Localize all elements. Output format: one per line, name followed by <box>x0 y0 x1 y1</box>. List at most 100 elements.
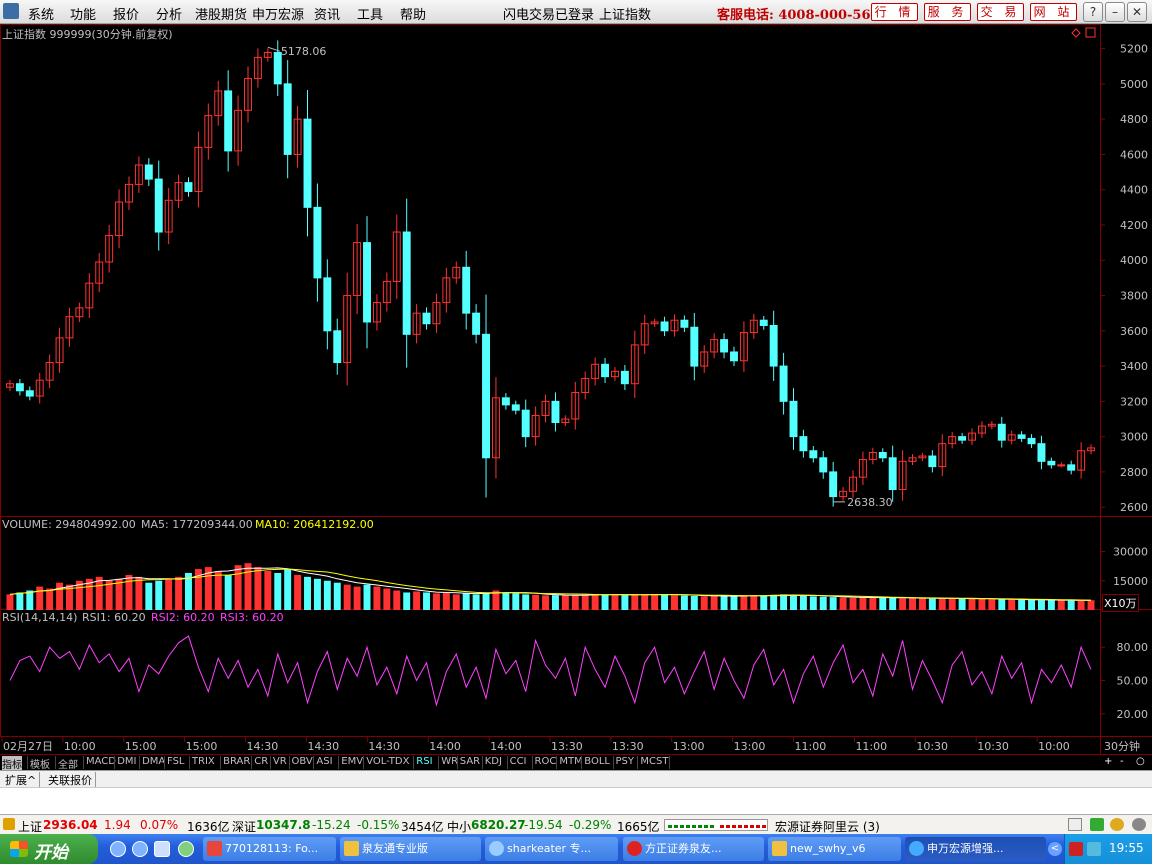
indicator-tab-obv[interactable]: OBV <box>292 756 313 767</box>
indicator-tab-kdj[interactable]: KDJ <box>485 756 502 767</box>
indicator-tab-separator <box>338 756 340 769</box>
menu-quotes[interactable]: 报价 <box>113 4 139 23</box>
task-sharkeater[interactable]: sharkeater 专... <box>485 837 618 861</box>
candle <box>601 363 610 378</box>
volume-bar <box>829 597 837 610</box>
ticker-window-icon[interactable] <box>1068 818 1082 831</box>
volume-bar <box>442 592 450 610</box>
ticker-sz-percent: -0.15% <box>357 818 400 832</box>
indicator-tab-boll[interactable]: BOLL <box>584 756 610 767</box>
candle <box>680 319 689 328</box>
nav-website-button[interactable]: 网 站 <box>1030 3 1077 21</box>
indicator-tab-sar[interactable]: SAR <box>460 756 480 767</box>
ticker-zx-name[interactable]: 中小 <box>447 818 471 835</box>
ticker-sh-name[interactable]: 上证 <box>18 818 42 835</box>
indicator-tab-cr[interactable]: CR <box>254 756 268 767</box>
indicator-tab-mcst[interactable]: MCST <box>640 756 668 767</box>
quicklaunch-ie2-icon[interactable] <box>132 841 148 857</box>
indicator-tab-vr[interactable]: VR <box>273 756 287 767</box>
volume-bar <box>799 595 807 610</box>
indicator-tab-fsl[interactable]: FSL <box>167 756 185 767</box>
nav-service-button[interactable]: 服 务 <box>924 3 971 21</box>
menu-tools[interactable]: 工具 <box>357 4 383 23</box>
menu-system[interactable]: 系统 <box>28 4 54 23</box>
ticker-sh-value: 2936.04 <box>43 818 98 832</box>
menu-hk-futures[interactable]: 港股期货 <box>195 4 247 23</box>
quicklaunch-ie-icon[interactable] <box>110 841 126 857</box>
indicator-tab-wr[interactable]: WR <box>441 756 458 767</box>
start-button[interactable]: 开始 <box>0 834 98 864</box>
indicator-tab-emv[interactable]: EMV <box>341 756 363 767</box>
indicator-tab-dmi[interactable]: DMI <box>117 756 136 767</box>
volume-unit: X10万 <box>1102 594 1139 612</box>
nav-trade-button[interactable]: 交 易 <box>977 3 1024 21</box>
quicklaunch-desktop-icon[interactable] <box>154 841 170 857</box>
candle <box>690 326 699 367</box>
menu-news[interactable]: 资讯 <box>314 4 340 23</box>
info-panel <box>0 787 1152 814</box>
close-icon[interactable]: ✕ <box>1127 2 1147 22</box>
tab-expand[interactable]: 扩展^ <box>2 772 41 788</box>
app-logo-icon[interactable] <box>3 3 19 19</box>
menu-swhy[interactable]: 申万宏源 <box>252 4 304 23</box>
indicator-tab-模板[interactable]: 模板 <box>30 756 50 771</box>
indicator-tab-trix[interactable]: TRIX <box>192 756 215 767</box>
indicator-tab-vol-tdx[interactable]: VOL-TDX <box>366 756 409 767</box>
indicator-tab-rsi[interactable]: RSI <box>416 756 432 767</box>
volume-bar <box>244 563 252 610</box>
indicator-tab-mtm[interactable]: MTM <box>559 756 582 767</box>
ticker-zx-value: 6820.27 <box>471 818 526 832</box>
volume-bar <box>224 574 232 610</box>
volume-bar <box>145 582 153 610</box>
indicator-tab-cci[interactable]: CCI <box>510 756 527 767</box>
broker-connection[interactable]: 宏源证券阿里云 (3) <box>775 818 880 835</box>
reset-view-button[interactable]: ○ <box>1136 756 1145 767</box>
menu-help[interactable]: 帮助 <box>400 4 426 23</box>
indicator-tab-bar: 指标 模板 全部 MACD DMI DMA FSL TRIX BRAR CR VR OBV ASI EMV… <box>0 754 1152 771</box>
system-tray: 19:55 <box>1064 834 1152 864</box>
ticker-sound-icon[interactable] <box>1110 818 1124 831</box>
candle <box>720 339 729 353</box>
task-swhy-folder[interactable]: new_swhy_v6 <box>768 837 901 861</box>
ticker-settings-icon[interactable] <box>1132 818 1146 831</box>
menu-functions[interactable]: 功能 <box>70 4 96 23</box>
indicator-tab-roc[interactable]: ROC <box>535 756 557 767</box>
indicator-tab-dma[interactable]: DMA <box>142 756 165 767</box>
candle <box>521 409 530 438</box>
indicator-tab-指标[interactable]: 指标 <box>2 756 22 771</box>
indicator-tab-psy[interactable]: PSY <box>616 756 635 767</box>
volume-bar <box>869 597 877 610</box>
candle <box>799 436 808 452</box>
zoom-in-button[interactable]: + <box>1104 756 1112 767</box>
ticker-sz-name[interactable]: 深证 <box>232 818 256 835</box>
zoom-out-button[interactable]: - <box>1120 756 1124 767</box>
volume-bar <box>502 592 510 610</box>
indicator-tab-macd[interactable]: MACD <box>86 756 116 767</box>
tab-related-quotes[interactable]: 关联报价 <box>45 772 96 788</box>
indicator-tab-asi[interactable]: ASI <box>316 756 332 767</box>
indicator-tab-全部[interactable]: 全部 <box>58 756 78 771</box>
volume-bar <box>918 598 926 610</box>
taskbar-expand-icon[interactable]: < <box>1048 842 1062 856</box>
volume-bar <box>46 588 54 610</box>
nav-quotes-button[interactable]: 行 情 <box>871 3 918 21</box>
task-qq[interactable]: 770128113: Fo... <box>203 837 336 861</box>
chart-area[interactable]: 5200 5000 4800 4600 4400 4200 4000 3800 3600 3400… <box>0 24 1152 754</box>
task-founder-securities[interactable]: 方正证券泉友... <box>623 837 764 861</box>
ticker-broadcast-icon[interactable] <box>1090 818 1104 831</box>
volume-bar <box>948 598 956 610</box>
tray-network-icon[interactable] <box>1087 842 1101 856</box>
period-label[interactable]: 30分钟 <box>1104 738 1140 754</box>
rsi-label: RSI(14,14,14) <box>2 611 78 624</box>
task-swhy-enhanced[interactable]: 申万宏源增强... <box>905 837 1046 861</box>
volume-bar <box>958 598 966 610</box>
task-quanyoutong[interactable]: 泉友通专业版 <box>340 837 481 861</box>
menu-analysis[interactable]: 分析 <box>156 4 182 23</box>
tray-flag-icon[interactable] <box>1069 842 1083 856</box>
candle <box>819 457 828 473</box>
chart-svg[interactable]: 5200 5000 4800 4600 4400 4200 4000 3800 3600 3400… <box>0 24 1152 754</box>
minimize-icon[interactable]: – <box>1105 2 1125 22</box>
quicklaunch-app-icon[interactable] <box>178 841 194 857</box>
indicator-tab-brar[interactable]: BRAR <box>223 756 250 767</box>
help-icon[interactable]: ? <box>1083 2 1103 22</box>
